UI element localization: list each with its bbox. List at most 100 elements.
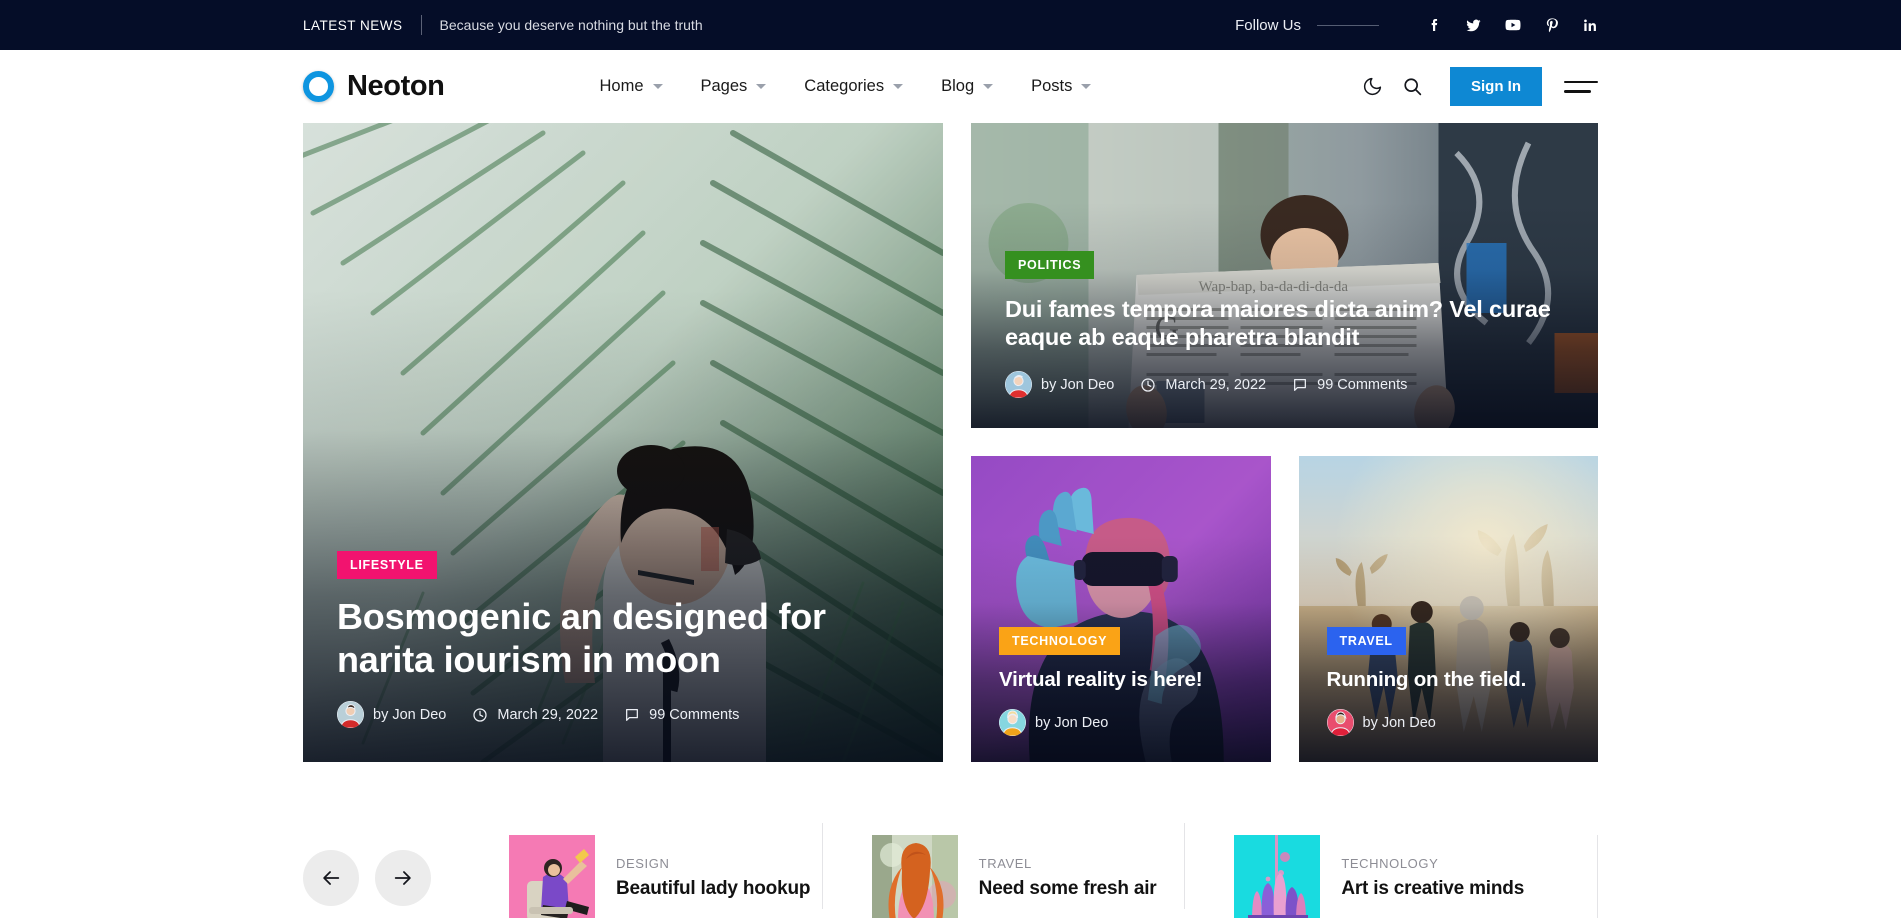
post-date: March 29, 2022	[1140, 377, 1266, 393]
featured-post-travel[interactable]: TRAVEL Running on the field. by Jon Deo	[1298, 456, 1599, 762]
trending-text: DESIGN Beautiful lady hookup	[616, 856, 810, 900]
thumbnail-technology	[1234, 835, 1321, 918]
post-title[interactable]: Bosmogenic an designed for narita iouris…	[337, 595, 909, 681]
trending-category: DESIGN	[616, 856, 670, 871]
avatar	[337, 701, 364, 728]
pinterest-icon[interactable]	[1544, 17, 1560, 33]
category-badge-lifestyle[interactable]: LIFESTYLE	[337, 550, 437, 579]
featured-post-main[interactable]: LIFESTYLE Bosmogenic an designed for nar…	[303, 123, 943, 762]
nav-item-home[interactable]: Home	[580, 77, 681, 96]
thumbnail-design	[509, 835, 595, 918]
nav-label: Posts	[1031, 77, 1073, 95]
twitter-icon[interactable]	[1465, 17, 1482, 34]
post-comments[interactable]: 99 Comments	[1292, 377, 1407, 393]
post-title[interactable]: Virtual reality is here!	[999, 668, 1243, 693]
news-ticker-text[interactable]: Because you deserve nothing but the trut…	[440, 17, 703, 33]
post-meta: by Jon Deo	[999, 709, 1243, 736]
trending-text: TECHNOLOGY Art is creative minds	[1341, 856, 1524, 900]
trending-divider	[1597, 835, 1599, 918]
trending-title[interactable]: Beautiful lady hookup	[616, 878, 810, 900]
featured-post-politics[interactable]: Wap-bap, ba-da-di-da-da	[971, 123, 1598, 428]
post-author[interactable]: by Jon Deo	[1326, 709, 1436, 736]
category-badge-politics[interactable]: POLITICS	[1005, 250, 1095, 279]
sign-in-button[interactable]: Sign In	[1450, 67, 1542, 106]
post-title[interactable]: Running on the field.	[1327, 668, 1571, 693]
featured-posts-right-column: Wap-bap, ba-da-di-da-da	[971, 123, 1598, 762]
post-author[interactable]: by Jon Deo	[337, 701, 446, 728]
post-meta: by Jon Deo	[1326, 709, 1571, 736]
header-actions: Sign In	[1352, 67, 1598, 107]
date-text: March 29, 2022	[1165, 376, 1267, 393]
post-content: TRAVEL Running on the field. by Jon Deo	[1299, 627, 1599, 762]
featured-post-technology[interactable]: TECHNOLOGY Virtual reality is here! by J…	[971, 456, 1271, 762]
moon-icon[interactable]	[1352, 67, 1392, 107]
avatar	[1005, 371, 1032, 398]
chevron-down-icon	[1081, 84, 1092, 89]
arrow-left-icon[interactable]	[303, 850, 359, 906]
linkedin-icon[interactable]	[1582, 17, 1598, 33]
social-links	[1427, 16, 1598, 34]
brand-logo[interactable]: Neoton	[303, 70, 445, 103]
site-header: Neoton Home Pages Categories Blog Posts	[0, 50, 1901, 123]
avatar	[1326, 709, 1354, 736]
trending-items: DESIGN Beautiful lady hookup TRAVEL Need…	[509, 823, 1599, 918]
latest-news-group: LATEST NEWS Because you deserve nothing …	[303, 15, 703, 35]
trending-title[interactable]: Need some fresh air	[979, 878, 1157, 900]
latest-news-label: LATEST NEWS	[303, 17, 403, 33]
youtube-icon[interactable]	[1504, 16, 1522, 34]
post-comments[interactable]: 99 Comments	[624, 707, 739, 723]
trending-item-technology[interactable]: TECHNOLOGY Art is creative minds	[1184, 823, 1547, 918]
vertical-divider	[420, 15, 422, 35]
nav-item-pages[interactable]: Pages	[682, 77, 786, 96]
nav-label: Home	[599, 77, 644, 95]
post-author[interactable]: by Jon Deo	[1005, 371, 1114, 398]
chevron-down-icon	[756, 84, 767, 89]
post-meta: by Jon Deo March 29, 2022 99 Comments	[1005, 371, 1564, 398]
trending-text: TRAVEL Need some fresh air	[979, 856, 1157, 900]
follow-us-rule	[1317, 24, 1379, 26]
category-badge-travel[interactable]: TRAVEL	[1326, 627, 1406, 656]
author-name: by Jon Deo	[1035, 714, 1109, 731]
trending-item-travel[interactable]: TRAVEL Need some fresh air	[821, 823, 1185, 918]
top-announcement-bar: LATEST NEWS Because you deserve nothing …	[0, 0, 1901, 50]
logo-ring-icon	[303, 71, 334, 102]
author-name: by Jon Deo	[1362, 714, 1436, 731]
trending-category: TRAVEL	[978, 856, 1032, 871]
featured-posts-small-row: TECHNOLOGY Virtual reality is here! by J…	[971, 456, 1598, 762]
follow-us-group: Follow Us	[1235, 16, 1598, 34]
nav-label: Categories	[804, 77, 885, 95]
chevron-down-icon	[652, 84, 663, 89]
post-content: TECHNOLOGY Virtual reality is here! by J…	[971, 627, 1271, 762]
post-title[interactable]: Dui fames tempora maiores dicta anim? Ve…	[1005, 295, 1564, 351]
comments-count: 99 Comments	[649, 706, 740, 723]
author-name: by Jon Deo	[373, 706, 447, 723]
chevron-down-icon	[893, 84, 904, 89]
avatar	[999, 709, 1026, 736]
post-content: LIFESTYLE Bosmogenic an designed for nar…	[303, 550, 943, 762]
trending-carousel: DESIGN Beautiful lady hookup TRAVEL Need…	[0, 823, 1901, 918]
search-icon[interactable]	[1392, 67, 1432, 107]
main-navigation: Home Pages Categories Blog Posts	[580, 77, 1110, 96]
trending-title[interactable]: Art is creative minds	[1341, 878, 1524, 900]
carousel-controls	[303, 850, 431, 906]
hamburger-icon[interactable]	[1564, 80, 1598, 93]
follow-us-label: Follow Us	[1235, 16, 1301, 34]
arrow-right-icon[interactable]	[375, 850, 431, 906]
nav-label: Pages	[700, 77, 748, 95]
nav-item-posts[interactable]: Posts	[1012, 77, 1110, 96]
nav-item-blog[interactable]: Blog	[922, 77, 1012, 96]
thumbnail-travel	[871, 835, 958, 918]
nav-item-categories[interactable]: Categories	[785, 77, 922, 96]
facebook-icon[interactable]	[1427, 17, 1443, 33]
post-content: POLITICS Dui fames tempora maiores dicta…	[971, 250, 1598, 428]
featured-posts-grid: LIFESTYLE Bosmogenic an designed for nar…	[0, 123, 1901, 762]
author-name: by Jon Deo	[1041, 376, 1115, 393]
post-meta: by Jon Deo March 29, 2022 99 Comments	[337, 701, 909, 728]
post-author[interactable]: by Jon Deo	[999, 709, 1108, 736]
trending-category: TECHNOLOGY	[1341, 856, 1439, 871]
trending-item-design[interactable]: DESIGN Beautiful lady hookup	[509, 835, 822, 918]
nav-label: Blog	[941, 77, 975, 95]
category-badge-technology[interactable]: TECHNOLOGY	[999, 627, 1121, 656]
post-date: March 29, 2022	[472, 707, 598, 723]
comments-count: 99 Comments	[1317, 376, 1408, 393]
